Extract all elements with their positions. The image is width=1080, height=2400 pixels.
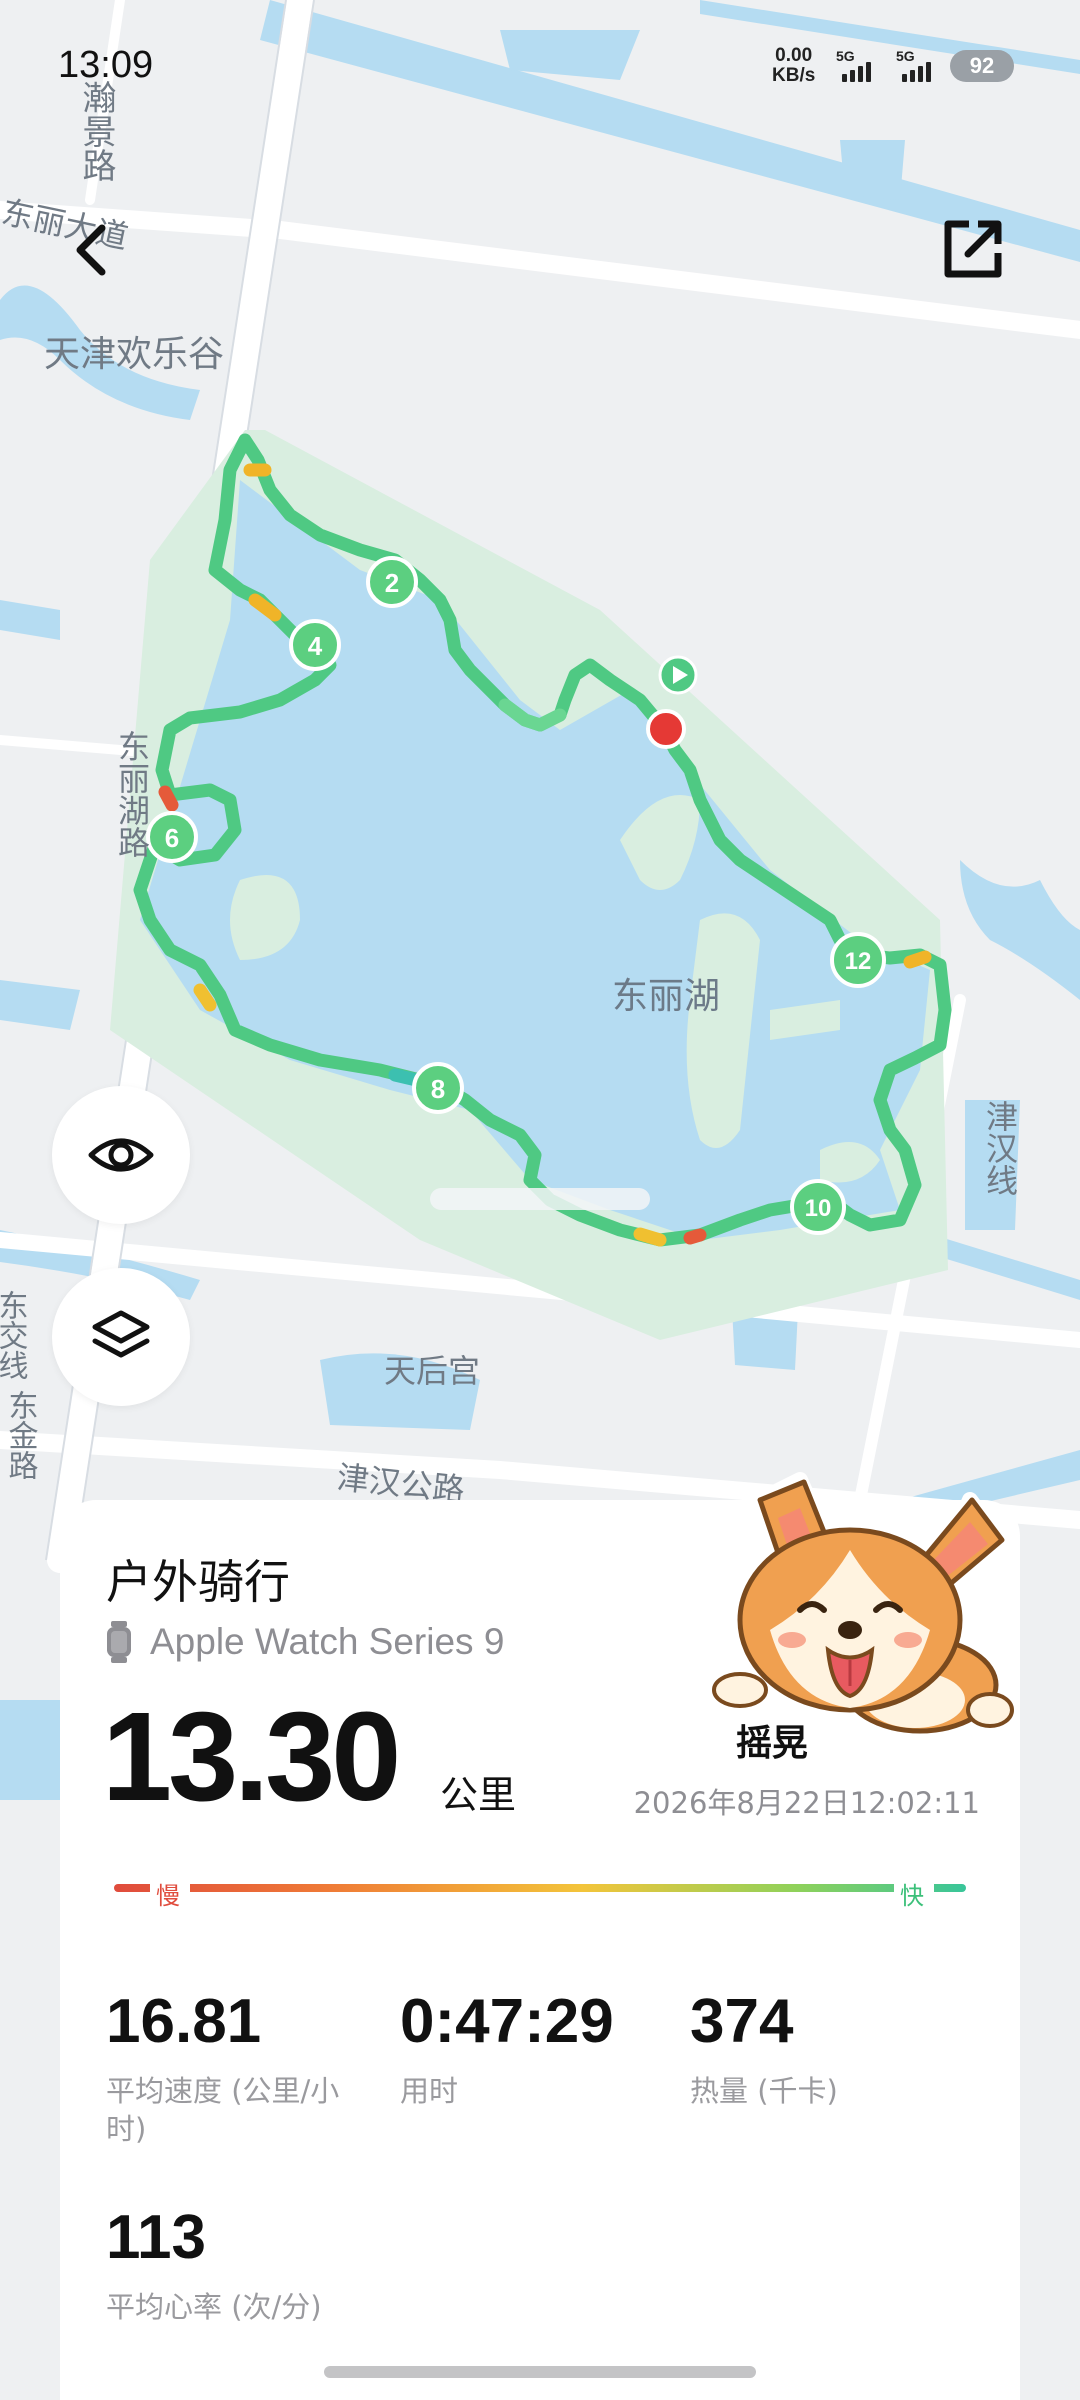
km-marker-2: 2 — [366, 556, 418, 608]
net-speed: 0.00 KB/s — [772, 46, 815, 86]
avg-heart-rate-label: 平均心率 (次/分) — [106, 2290, 322, 2324]
eye-icon — [88, 1138, 154, 1172]
km-marker-6: 6 — [146, 811, 198, 863]
label-tianhou-temple: 天后宫 — [384, 1352, 480, 1390]
device-info: Apple Watch Series 9 — [106, 1612, 504, 1672]
back-button[interactable] — [64, 218, 120, 282]
svg-text:2: 2 — [385, 568, 399, 598]
signal-icon: 5G — [836, 48, 882, 84]
svg-text:6: 6 — [165, 823, 179, 853]
avg-heart-rate-value: 113 — [106, 2203, 207, 2272]
start-flag-icon — [658, 655, 698, 695]
corgi-mascot-sticker[interactable] — [700, 1460, 1020, 1760]
svg-text:12: 12 — [845, 948, 872, 975]
distance-value: 13.30 — [102, 1686, 401, 1827]
battery-icon: 92 — [950, 50, 1014, 82]
svg-text:8: 8 — [431, 1074, 445, 1104]
duration-label: 用时 — [400, 2074, 459, 2108]
label-lake: 东丽湖 — [612, 976, 720, 1017]
svg-text:10: 10 — [805, 1195, 832, 1222]
distance-unit: 公里 — [440, 1773, 517, 1817]
avg-speed-label: 平均速度 (公里/小时) — [106, 2074, 340, 2146]
status-bar: 13:09 0.00 KB/s 5G 5G 92 — [0, 0, 1080, 130]
calories-label: 热量 (千卡) — [690, 2074, 838, 2108]
visibility-toggle-button[interactable] — [52, 1086, 190, 1224]
km-marker-10: 10 — [790, 1179, 846, 1235]
speed-gradient-bar — [114, 1884, 966, 1892]
device-name: Apple Watch Series 9 — [150, 1621, 505, 1662]
route-end-marker — [646, 709, 686, 749]
status-time: 13:09 — [58, 44, 154, 86]
label-road-left: 东交线 — [0, 1290, 28, 1380]
label-dongjin-road: 东金路 — [3, 1390, 39, 1480]
speed-legend-fast: 快 — [900, 1882, 924, 1910]
activity-title: 户外骑行 — [106, 1555, 290, 1609]
chevron-left-icon — [76, 224, 106, 276]
km-marker-12: 12 — [830, 932, 886, 988]
layers-icon — [92, 1310, 150, 1358]
km-marker-8: 8 — [412, 1062, 464, 1114]
duration-value: 0:47:29 — [400, 1987, 614, 2056]
workout-datetime: 2026年8月22日12:02:11 — [633, 1786, 980, 1820]
track-overlap-marker — [430, 1188, 650, 1210]
km-marker-4: 4 — [289, 619, 341, 671]
share-button[interactable] — [942, 218, 1004, 280]
label-jinhan-line: 津汉线 — [981, 1100, 1019, 1196]
speed-legend-slow: 慢 — [156, 1882, 180, 1910]
calories-value: 374 — [690, 1987, 794, 2056]
svg-text:4: 4 — [308, 631, 323, 661]
watch-icon — [107, 1621, 131, 1663]
label-donglihu-road: 东丽湖路 — [113, 730, 151, 858]
external-link-icon — [944, 220, 1002, 278]
signal-icon-2: 5G — [896, 48, 942, 84]
map-layers-button[interactable] — [52, 1268, 190, 1406]
net-speed-unit: KB/s — [772, 65, 816, 86]
home-indicator[interactable] — [324, 2366, 756, 2378]
label-happy-valley: 天津欢乐谷 — [44, 334, 224, 375]
avg-speed-value: 16.81 — [106, 1987, 262, 2056]
net-speed-value: 0.00 — [775, 45, 813, 66]
